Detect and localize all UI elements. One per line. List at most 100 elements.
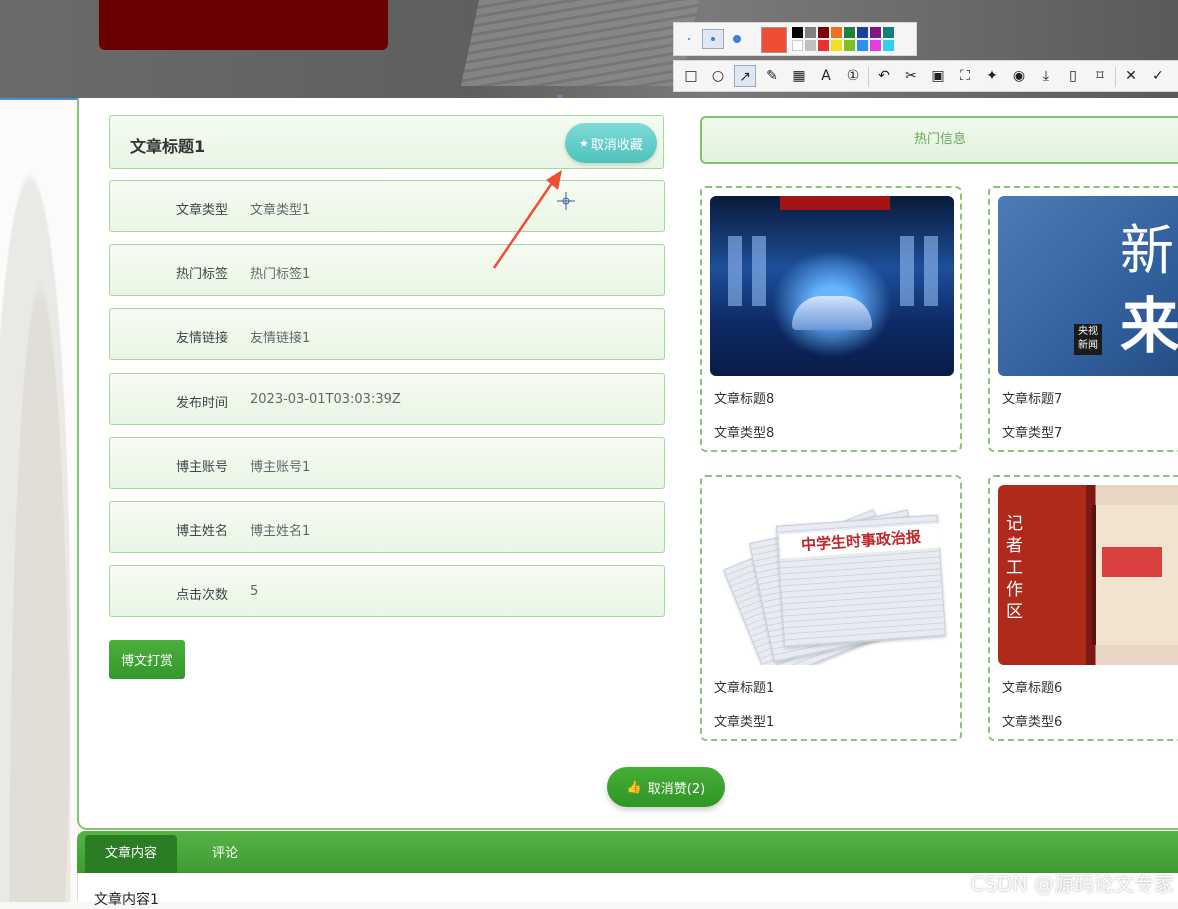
color-swatch[interactable] [857, 40, 868, 51]
info-label: 博主姓名 [175, 524, 228, 539]
phone-icon[interactable]: ▯ [1062, 65, 1084, 87]
studio-desk [792, 296, 872, 330]
color-palette [792, 27, 907, 51]
color-swatch[interactable] [818, 40, 829, 51]
crosshair-cursor-icon [557, 192, 575, 210]
content-tabs: 文章内容 评论 [77, 831, 1178, 873]
hot-info-header: 热门信息 [700, 116, 1178, 164]
studio-screen [900, 236, 914, 306]
current-color-swatch[interactable] [761, 27, 787, 53]
ellipse-tool-icon[interactable]: ○ [707, 65, 729, 87]
record-icon[interactable]: ◉ [1008, 65, 1030, 87]
color-swatch[interactable] [870, 40, 881, 51]
card-title: 文章标题7 [1002, 392, 1063, 407]
translate-icon[interactable]: ▣ [927, 65, 949, 87]
number-tool-icon[interactable]: ① [842, 65, 864, 87]
color-swatch[interactable] [792, 40, 803, 51]
info-row-blogger-account: 博主账号 博主账号1 [109, 437, 665, 489]
reward-button[interactable]: 博文打赏 [109, 640, 185, 679]
info-value: 文章类型1 [250, 203, 311, 218]
hot-card[interactable]: 记者工作区 文章标题6 文章类型6 [988, 475, 1178, 741]
card-title: 文章标题8 [714, 392, 775, 407]
color-swatch[interactable] [896, 27, 907, 38]
text-tool-icon[interactable]: A [815, 65, 837, 87]
hero-red-block [99, 0, 388, 50]
confirm-icon[interactable]: ✓ [1147, 65, 1169, 87]
office-banner [1102, 547, 1162, 577]
studio-red-band [780, 196, 890, 210]
info-label: 点击次数 [175, 588, 228, 603]
download-icon[interactable]: ⤓ [1035, 65, 1057, 87]
thumb-text-come: 来 [1120, 292, 1178, 362]
hot-card[interactable]: 文章标题8 文章类型8 [700, 186, 962, 452]
undo-icon[interactable]: ↶ [873, 65, 895, 87]
info-row-link: 友情链接 友情链接1 [109, 308, 665, 360]
info-value: 2023-03-01T03:03:39Z [250, 392, 401, 407]
card-title: 文章标题6 [1002, 681, 1063, 696]
pen-size-medium[interactable] [702, 29, 724, 49]
pen-size-small[interactable] [678, 29, 700, 49]
arrow-tool-icon[interactable]: ↗ [734, 65, 756, 87]
color-swatch[interactable] [831, 27, 842, 38]
tab-comments[interactable]: 评论 [192, 835, 258, 873]
color-swatch[interactable] [831, 40, 842, 51]
card-type: 文章类型7 [1002, 426, 1063, 441]
color-swatch[interactable] [883, 40, 894, 51]
info-label: 热门标签 [175, 267, 228, 282]
thumb-text-new: 新 [1120, 219, 1174, 282]
bookmark-icon[interactable]: ⌑ [1089, 65, 1111, 87]
card-thumbnail: 中学生时事政治报 [710, 485, 954, 665]
studio-screen [752, 236, 766, 306]
ocr-icon[interactable]: ✂ [900, 65, 922, 87]
color-swatch[interactable] [896, 40, 907, 51]
unfavorite-button[interactable]: ★ 取消收藏 [565, 123, 657, 163]
annotation-arrow [492, 170, 562, 269]
card-type: 文章类型6 [1002, 715, 1063, 730]
info-row-publish-time: 发布时间 2023-03-01T03:03:39Z [109, 373, 665, 425]
mosaic-tool-icon[interactable]: ▦ [788, 65, 810, 87]
color-swatch[interactable] [870, 27, 881, 38]
capture-icon[interactable]: ⛶ [954, 65, 976, 87]
info-value: 博主姓名1 [250, 524, 311, 539]
toolbar-divider [1115, 67, 1116, 87]
pencil-tool-icon[interactable]: ✎ [761, 65, 783, 87]
reporter-area-sign: 记者工作区 [1006, 514, 1023, 622]
card-title: 文章标题1 [714, 681, 775, 696]
hero-newspaper-image [460, 0, 700, 86]
close-icon[interactable]: ✕ [1120, 65, 1142, 87]
info-row-clicks: 点击次数 5 [109, 565, 665, 617]
unlike-label: 取消赞(2) [647, 781, 706, 797]
color-swatch[interactable] [883, 27, 894, 38]
pin-icon[interactable]: ✦ [981, 65, 1003, 87]
unfavorite-label: 取消收藏 [590, 137, 643, 153]
card-thumbnail [710, 196, 954, 376]
color-swatch[interactable] [844, 27, 855, 38]
rectangle-tool-icon[interactable]: □ [680, 65, 702, 87]
card-type: 文章类型1 [714, 715, 775, 730]
color-swatch[interactable] [792, 27, 803, 38]
color-swatch[interactable] [857, 27, 868, 38]
info-label: 博主账号 [175, 460, 228, 475]
info-label: 文章类型 [175, 203, 228, 218]
article-content-text: 文章内容1 [94, 892, 159, 908]
unlike-button[interactable]: 👍 取消赞(2) [607, 767, 725, 807]
info-value: 热门标签1 [250, 267, 311, 282]
csdn-watermark: CSDN @源码论文专家 [970, 872, 1174, 896]
card-thumbnail: 记者工作区 [998, 485, 1178, 665]
color-swatch[interactable] [805, 40, 816, 51]
hot-card[interactable]: 新 来 央视新闻 文章标题7 文章类型7 [988, 186, 1178, 452]
color-swatch[interactable] [805, 27, 816, 38]
hot-card[interactable]: 中学生时事政治报 文章标题1 文章类型1 [700, 475, 962, 741]
pen-size-large[interactable] [726, 29, 748, 49]
color-swatch[interactable] [844, 40, 855, 51]
color-swatch[interactable] [818, 27, 829, 38]
info-row-type: 文章类型 文章类型1 [109, 180, 665, 232]
annotation-style-toolbar [673, 22, 917, 56]
studio-screen [728, 236, 742, 306]
tab-article-content[interactable]: 文章内容 [85, 835, 178, 873]
article-title: 文章标题1 [130, 137, 206, 156]
info-value: 博主账号1 [250, 460, 311, 475]
info-label: 发布时间 [175, 396, 228, 411]
star-icon: ★ [579, 136, 589, 150]
card-type: 文章类型8 [714, 426, 775, 441]
